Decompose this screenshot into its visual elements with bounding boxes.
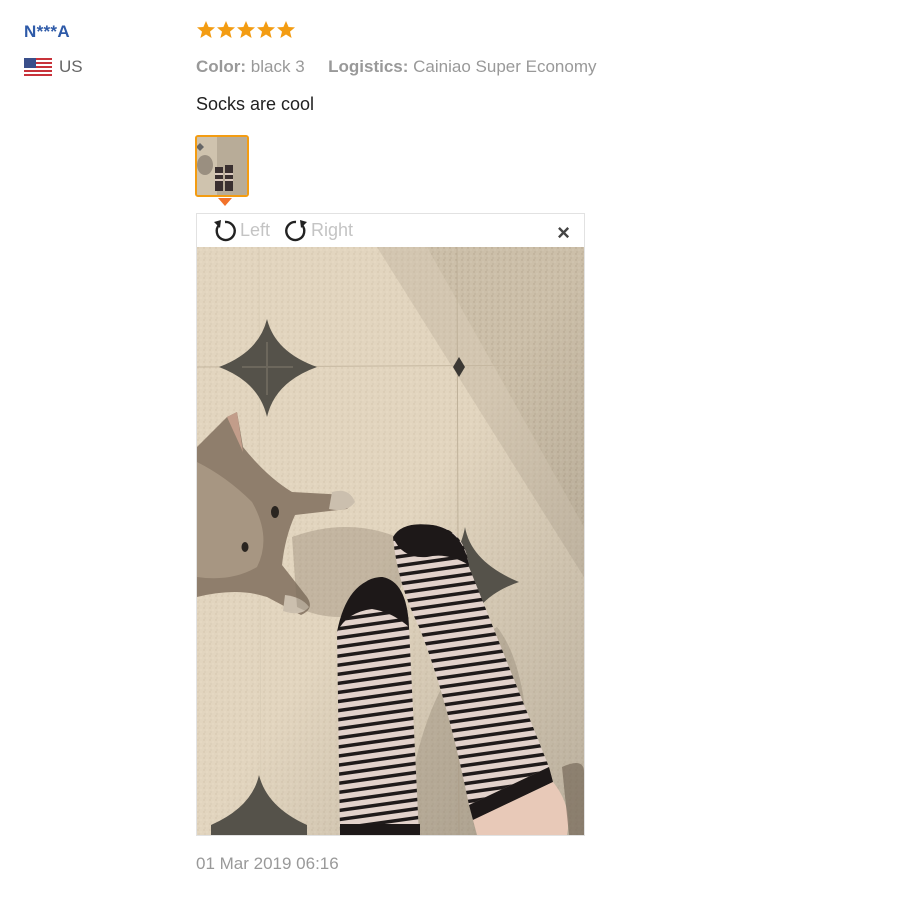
rotate-right-button[interactable]: Right	[282, 217, 353, 245]
review-date: 01 Mar 2019 06:16	[196, 854, 339, 873]
review-body: Color: black 3 Logistics: Cainiao Super …	[196, 20, 796, 115]
thumbnail-pointer	[218, 198, 232, 206]
color-value: black 3	[250, 57, 305, 76]
country-code: US	[59, 57, 83, 76]
logistics-label: Logistics:	[328, 57, 409, 76]
photo-thumbnail[interactable]	[195, 135, 249, 197]
viewer-toolbar: Left Right ×	[197, 214, 584, 247]
photo-image	[197, 247, 584, 835]
rotate-left-label: Left	[240, 220, 271, 240]
reviewer-country: US	[24, 57, 144, 77]
star-icon	[237, 21, 255, 38]
review-meta: Color: black 3 Logistics: Cainiao Super …	[196, 57, 796, 77]
star-icon	[277, 21, 295, 38]
star-icon	[197, 21, 215, 38]
rotate-left-icon	[214, 219, 236, 241]
rotate-right-icon	[285, 219, 308, 241]
thumbnail-image	[197, 137, 247, 195]
review-photo	[197, 247, 584, 835]
star-icon	[217, 21, 235, 38]
color-label: Color:	[196, 57, 247, 76]
reviewer-info: N***A US	[24, 22, 144, 77]
logistics-value: Cainiao Super Economy	[413, 57, 597, 76]
rotate-left-button[interactable]: Left	[211, 217, 270, 245]
reviewer-name: N***A	[24, 22, 70, 41]
rotate-right-label: Right	[311, 220, 354, 240]
us-flag-icon	[24, 58, 52, 76]
star-icon	[257, 21, 275, 38]
review-text: Socks are cool	[196, 94, 315, 114]
photo-viewer: Left Right ×	[196, 213, 585, 836]
star-rating	[196, 20, 796, 44]
close-icon[interactable]: ×	[557, 220, 570, 246]
